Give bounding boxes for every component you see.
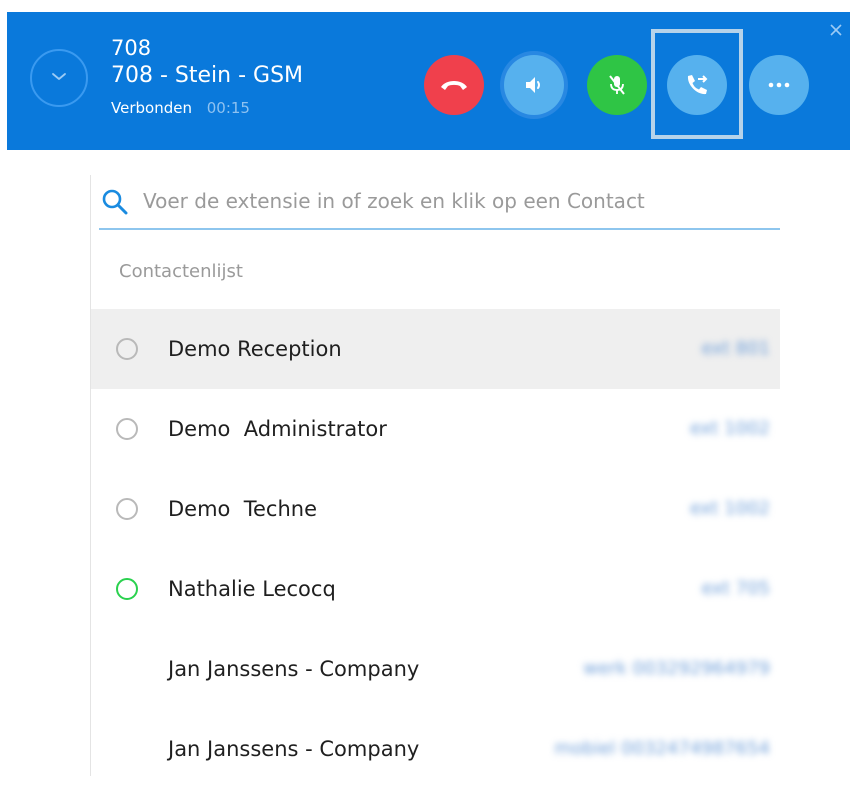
contact-row[interactable]: Demo Administrator ext 1002 — [91, 389, 780, 469]
contact-list-title: Contactenlijst — [119, 261, 243, 282]
call-transfer-icon — [687, 75, 708, 95]
search-bar — [99, 175, 780, 230]
presence-indicator — [116, 338, 138, 360]
call-number: 708 — [111, 36, 152, 60]
contact-name: Jan Janssens - Company — [168, 657, 420, 681]
hangup-button[interactable] — [424, 55, 484, 115]
contact-extension: ext 801 — [701, 338, 770, 359]
microphone-muted-icon — [609, 75, 625, 95]
more-button[interactable] — [749, 55, 809, 115]
speaker-icon — [526, 77, 540, 93]
contact-extension: ext 1002 — [690, 498, 770, 519]
contact-extension: ext 1002 — [690, 418, 770, 439]
contact-row[interactable]: Demo Techne ext 1002 — [91, 469, 780, 549]
call-info: 708 708 - Stein - GSM Verbonden 00:15 — [111, 36, 303, 119]
presence-indicator — [116, 418, 138, 440]
contact-name: Demo Techne — [168, 497, 318, 521]
collapse-button[interactable] — [30, 49, 88, 107]
contact-name: Jan Janssens - Company — [168, 737, 420, 761]
contact-name: Demo Administrator — [168, 417, 387, 441]
contact-number: werk 003292964979 — [583, 658, 770, 679]
call-timer: 00:15 — [206, 99, 250, 117]
contact-extension: ext 705 — [701, 578, 770, 599]
contact-number: mobiel 0032474987654 — [554, 738, 770, 759]
transfer-button[interactable] — [667, 55, 727, 115]
presence-indicator — [116, 578, 138, 600]
call-status-row: Verbonden 00:15 — [111, 97, 303, 119]
contact-row[interactable]: Demo Reception ext 801 — [91, 309, 780, 389]
caller-name: 708 - Stein - GSM — [111, 63, 304, 88]
transfer-panel: Contactenlijst Demo Reception ext 801 De… — [90, 175, 781, 776]
close-button[interactable] — [826, 20, 846, 40]
close-icon — [830, 24, 842, 36]
mute-button[interactable] — [587, 55, 647, 115]
speaker-button[interactable] — [504, 55, 564, 115]
contact-name: Demo Reception — [168, 337, 342, 361]
contact-row[interactable]: Jan Janssens - Company mobiel 0032474987… — [91, 709, 780, 789]
presence-indicator — [116, 498, 138, 520]
chevron-down-icon — [52, 73, 66, 80]
contact-row[interactable]: Nathalie Lecocq ext 705 — [91, 549, 780, 629]
search-input[interactable] — [143, 183, 763, 219]
more-dots-icon — [768, 82, 790, 88]
phone-hangup-icon — [441, 81, 467, 90]
search-icon — [102, 189, 128, 215]
contact-row[interactable]: Jan Janssens - Company werk 003292964979 — [91, 629, 780, 709]
call-status: Verbonden — [111, 99, 192, 117]
contact-name: Nathalie Lecocq — [168, 577, 336, 601]
active-call-bar: 708 708 - Stein - GSM Verbonden 00:15 — [7, 12, 850, 150]
